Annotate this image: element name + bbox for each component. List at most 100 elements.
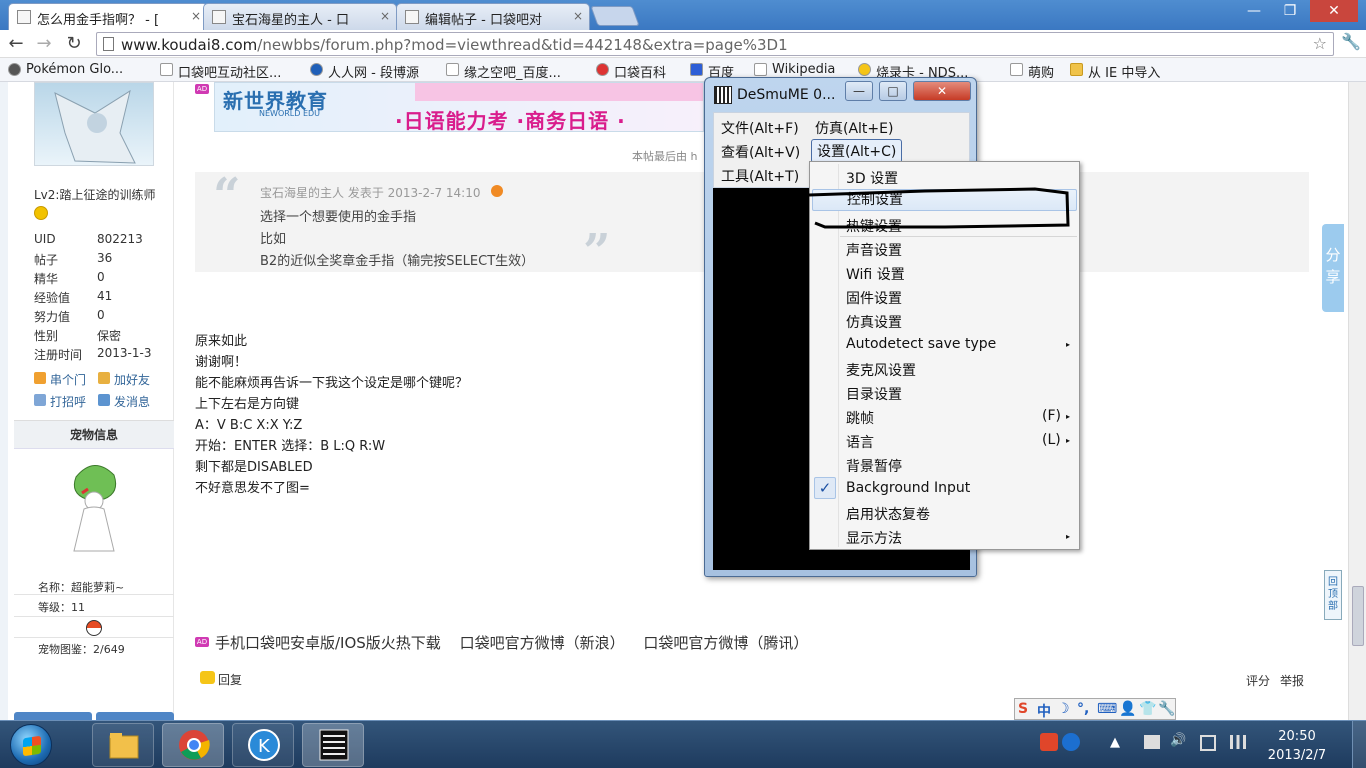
ad-icon: AD bbox=[195, 84, 209, 94]
taskbar-kuwo[interactable]: K bbox=[232, 723, 294, 767]
start-button[interactable] bbox=[10, 724, 52, 766]
network-tray-icon[interactable] bbox=[1144, 735, 1160, 749]
desmume-maximize-button[interactable]: □ bbox=[879, 81, 907, 101]
menu-file[interactable]: 文件(Alt+F) bbox=[716, 117, 804, 139]
tab-close-icon[interactable]: × bbox=[191, 9, 201, 23]
show-desktop-button[interactable] bbox=[1352, 721, 1366, 768]
bookmark-item[interactable]: Pokémon Glo... bbox=[8, 62, 123, 77]
browser-maximize-button[interactable]: ❐ bbox=[1272, 0, 1308, 22]
send-message-link[interactable]: 发消息 bbox=[98, 393, 150, 410]
menu-item-frame-skip[interactable]: 跳帧 (F) ▸ bbox=[846, 408, 1070, 428]
browser-minimize-button[interactable]: — bbox=[1236, 0, 1272, 22]
bookmark-item[interactable]: 缘之空吧_百度... bbox=[446, 62, 561, 81]
taskbar-desmume[interactable] bbox=[302, 723, 364, 767]
desmume-app-icon[interactable] bbox=[714, 86, 732, 104]
reply-button[interactable]: 回复 bbox=[200, 671, 242, 688]
action-label: 打招呼 bbox=[50, 395, 87, 409]
desmume-minimize-button[interactable]: — bbox=[845, 81, 873, 101]
menu-item-display-method[interactable]: 显示方法 ▸ bbox=[846, 528, 1070, 548]
menu-item-emulation-settings[interactable]: 仿真设置 bbox=[846, 312, 902, 332]
punctuation-icon[interactable]: °, bbox=[1077, 701, 1089, 717]
menu-item-firmware-settings[interactable]: 固件设置 bbox=[846, 288, 902, 308]
menu-item-sound-settings[interactable]: 声音设置 bbox=[846, 240, 902, 260]
bookmark-item[interactable]: Wikipedia bbox=[754, 62, 835, 77]
new-tab-button[interactable] bbox=[590, 6, 640, 26]
wrench-icon[interactable]: 🔧 bbox=[1340, 32, 1362, 54]
back-to-top-button[interactable]: 回 顶 部 bbox=[1324, 570, 1342, 620]
share-button[interactable]: 分 享 bbox=[1322, 224, 1344, 312]
menu-item-background-input[interactable]: Background Input bbox=[846, 480, 970, 496]
reload-button[interactable]: ↻ bbox=[62, 33, 86, 55]
menu-tools[interactable]: 工具(Alt+T) bbox=[716, 165, 804, 187]
tab-profile[interactable]: 宝石海星的主人 - 口 × bbox=[203, 3, 397, 30]
menu-item-mic-settings[interactable]: 麦克风设置 bbox=[846, 360, 916, 380]
scrollbar-thumb[interactable] bbox=[1352, 586, 1364, 646]
weibo-sina-link[interactable]: 口袋吧官方微博（新浪） bbox=[460, 634, 625, 652]
desmume-close-button[interactable]: ✕ bbox=[913, 81, 971, 101]
tab-close-icon[interactable]: × bbox=[573, 9, 583, 23]
tools-icon[interactable]: 🔧 bbox=[1158, 701, 1175, 717]
browser-toolbar: ← → ↻ www.koudai8.com/newbbs/forum.php?m… bbox=[0, 30, 1366, 58]
footer-tab[interactable] bbox=[14, 712, 92, 720]
menu-item-language[interactable]: 语言 (L) ▸ bbox=[846, 432, 1070, 452]
sogou-tray-icon[interactable] bbox=[1040, 733, 1058, 751]
app-download-link[interactable]: 手机口袋吧安卓版/IOS版火热下载 bbox=[215, 634, 441, 652]
bookmark-item[interactable]: 口袋百科 bbox=[596, 62, 666, 81]
show-hidden-icons-button[interactable]: ▲ bbox=[1110, 735, 1120, 750]
stat-value[interactable]: 36 bbox=[97, 251, 112, 265]
menu-item-control-settings[interactable]: 控制设置 bbox=[812, 189, 1077, 211]
bookmark-item[interactable]: 口袋吧互动社区... bbox=[160, 62, 281, 81]
menu-item-wifi-settings[interactable]: Wifi 设置 bbox=[846, 264, 905, 284]
address-bar[interactable]: www.koudai8.com/newbbs/forum.php?mod=vie… bbox=[96, 32, 1334, 56]
ime-mode-cn[interactable]: 中 bbox=[1037, 701, 1051, 721]
bookmarks-bar: Pokémon Glo... 口袋吧互动社区... 人人网 - 段博源 缘之空吧… bbox=[0, 58, 1366, 82]
sogou-icon[interactable]: S bbox=[1018, 701, 1028, 717]
bookmark-item[interactable]: 人人网 - 段博源 bbox=[310, 62, 419, 81]
tab-thread[interactable]: 怎么用金手指啊？ - [ × bbox=[8, 3, 208, 30]
system-clock[interactable]: 20:50 2013/2/7 bbox=[1262, 727, 1332, 765]
post-line: 不好意思发不了图= bbox=[195, 481, 310, 496]
report-link[interactable]: 举报 bbox=[1280, 672, 1304, 689]
taskbar-explorer[interactable] bbox=[92, 723, 154, 767]
rate-link[interactable]: 评分 bbox=[1246, 672, 1270, 689]
moon-icon[interactable]: ☽ bbox=[1057, 701, 1070, 717]
ad-banner[interactable]: 新世界教育 NEWORLD EDU ·日语能力考 ·商务日语 · bbox=[214, 82, 704, 132]
help-tray-icon[interactable] bbox=[1062, 733, 1080, 751]
greet-link[interactable]: 打招呼 bbox=[34, 393, 86, 410]
signal-icon[interactable] bbox=[1230, 735, 1246, 749]
menu-item-rewind[interactable]: 启用状态复卷 bbox=[846, 504, 930, 524]
bookmark-item[interactable]: 萌购 bbox=[1010, 62, 1054, 81]
menu-emulation[interactable]: 仿真(Alt+E) bbox=[810, 117, 898, 139]
avatar[interactable] bbox=[34, 82, 154, 166]
tab-title: 宝石海星的主人 - 口 bbox=[232, 13, 349, 28]
jump-to-post-icon[interactable] bbox=[491, 185, 503, 197]
weibo-tencent-link[interactable]: 口袋吧官方微博（腾讯） bbox=[643, 634, 808, 652]
tab-edit-post[interactable]: 编辑帖子 - 口袋吧对 × bbox=[396, 3, 590, 30]
visit-link[interactable]: 串个门 bbox=[34, 371, 86, 388]
tab-close-icon[interactable]: × bbox=[380, 9, 390, 23]
add-friend-link[interactable]: 加好友 bbox=[98, 371, 150, 388]
menu-item-hotkey-settings[interactable]: 热键设置 bbox=[846, 216, 902, 236]
menu-item-background-pause[interactable]: 背景暂停 bbox=[846, 456, 902, 476]
volume-icon[interactable]: 🔊 bbox=[1170, 733, 1186, 748]
keyboard-icon[interactable]: ⌨ bbox=[1097, 701, 1117, 717]
menu-settings[interactable]: 设置(Alt+C) bbox=[811, 139, 903, 163]
taskbar-chrome[interactable] bbox=[162, 723, 224, 767]
desmume-icon bbox=[319, 729, 349, 761]
forward-button[interactable]: → bbox=[32, 33, 56, 55]
bookmark-label: 缘之空吧_百度... bbox=[464, 66, 561, 81]
menu-view[interactable]: 查看(Alt+V) bbox=[716, 141, 805, 163]
skin-icon[interactable]: 👕 bbox=[1139, 701, 1156, 717]
back-button[interactable]: ← bbox=[4, 33, 28, 55]
browser-close-button[interactable]: ✕ bbox=[1310, 0, 1358, 22]
bookmark-folder[interactable]: 从 IE 中导入 bbox=[1070, 62, 1160, 81]
footer-tab[interactable] bbox=[96, 712, 174, 720]
vertical-scrollbar[interactable] bbox=[1348, 82, 1366, 720]
menu-item-path-settings[interactable]: 目录设置 bbox=[846, 384, 902, 404]
user-icon[interactable]: 👤 bbox=[1119, 701, 1136, 717]
battery-icon[interactable] bbox=[1200, 735, 1216, 751]
menu-item-3d-settings[interactable]: 3D 设置 bbox=[846, 168, 898, 188]
post-line: 原来如此 bbox=[195, 334, 248, 349]
menu-item-autodetect-save-type[interactable]: Autodetect save type ▸ bbox=[846, 336, 1070, 352]
bookmark-star-icon[interactable]: ☆ bbox=[1313, 34, 1327, 53]
